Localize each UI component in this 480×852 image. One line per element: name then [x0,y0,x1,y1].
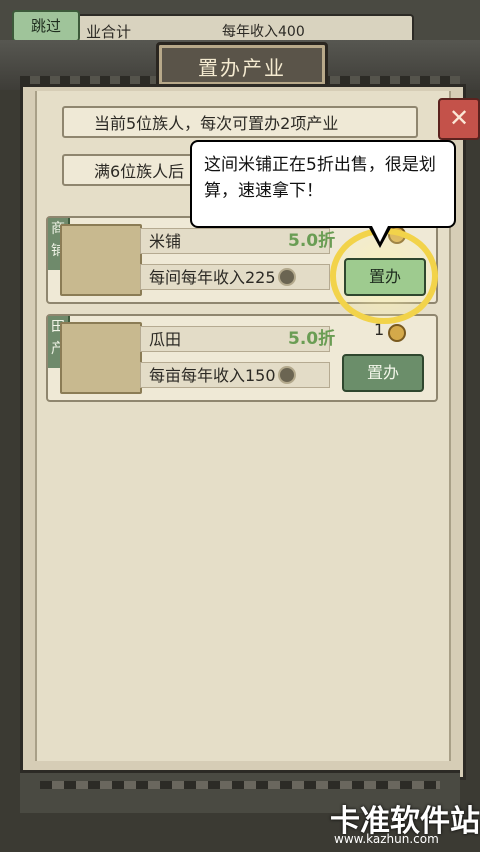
income-label: 每间每年收入225 [149,268,276,287]
yearly-income-label: 每年收入400 [222,24,305,40]
gold-icon [388,324,406,342]
title-plaque: 置办产业 [156,42,328,88]
resource-left-label: 业合计 [86,23,132,41]
discount-label: 5.0折 [288,231,336,251]
rice-shop-image [60,224,142,296]
income-text: 每间每年收入225 [140,264,330,290]
income-text: 每亩每年收入150 [140,362,330,388]
melon-field-image [60,322,142,394]
buy-rice-shop-button[interactable]: 置办 [344,258,426,296]
buy-melon-field-button[interactable]: 置办 [342,354,424,392]
coin-icon [277,268,296,286]
skip-button[interactable]: 跳过 [12,10,80,42]
income-label: 每亩每年收入150 [149,366,276,385]
property-card-melon-field: 田产 瓜田 5.0折 每亩每年收入150 1 置办 [46,314,438,402]
watermark-url: www.kazhun.com [334,832,439,846]
close-button[interactable]: ✕ [438,98,480,140]
page-title: 置办产业 [198,56,286,80]
info-line-1: 当前5位族人，每次可置办2项产业 [62,106,418,138]
discount-label: 5.0折 [288,329,336,349]
tooltip-tail [368,224,392,248]
tutorial-tooltip: 这间米铺正在5折出售，很是划算，速速拿下！ [190,140,456,228]
coin-icon [277,366,296,384]
